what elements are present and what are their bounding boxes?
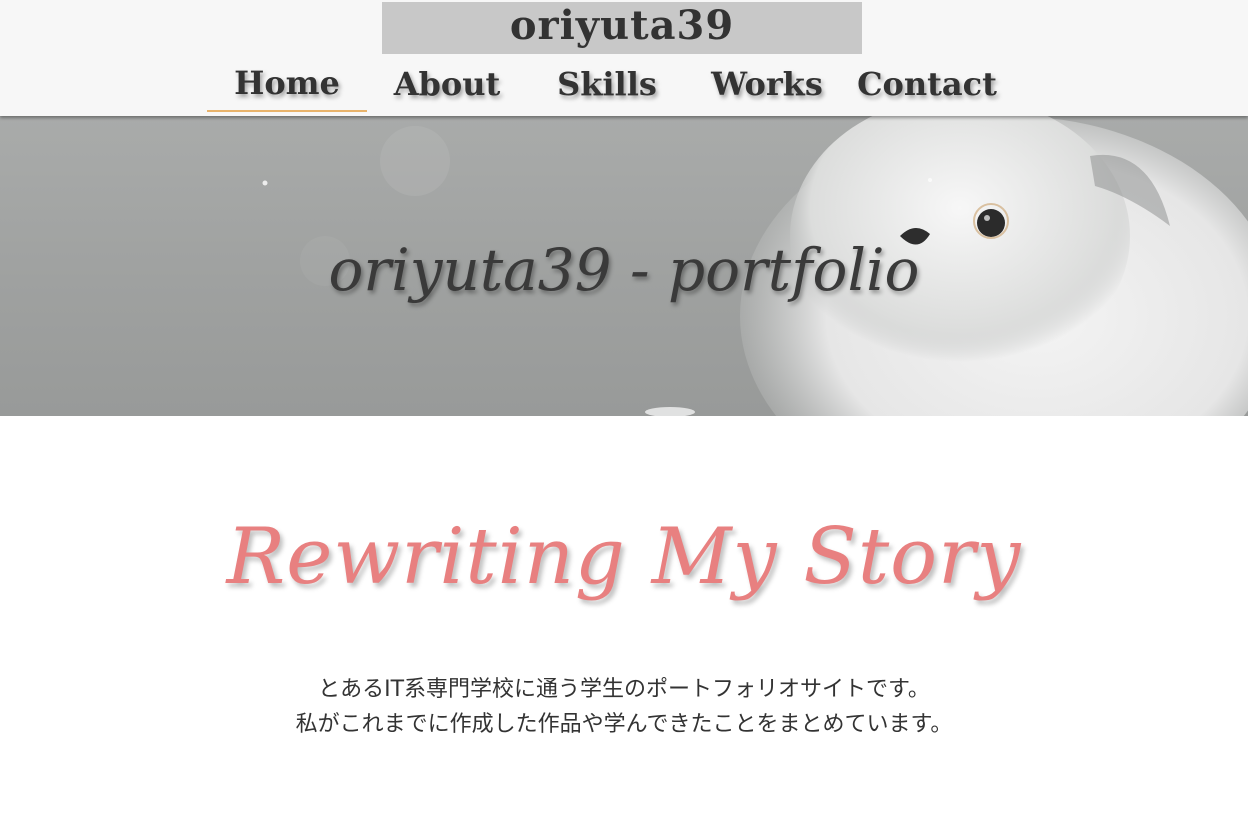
nav-item-skills[interactable]: Skills: [527, 56, 687, 112]
intro-section: Rewriting My Story とあるIT系専門学校に通う学生のポートフォ…: [0, 416, 1248, 835]
nav-item-about[interactable]: About: [367, 56, 527, 112]
site-logo[interactable]: oriyuta39: [382, 2, 862, 54]
site-logo-text: oriyuta39: [509, 2, 735, 49]
site-header: oriyuta39 Home About Skills Works Contac…: [0, 0, 1248, 116]
intro-line-2: 私がこれまでに作成した作品や学んできたことをまとめています。: [295, 712, 953, 737]
nav-item-works[interactable]: Works: [687, 56, 847, 112]
nav-item-contact[interactable]: Contact: [847, 56, 1007, 112]
main-nav: Home About Skills Works Contact: [207, 56, 1007, 114]
hero-title: oriyuta39 - portfolio: [328, 236, 920, 304]
tagline: Rewriting My Story: [226, 512, 1022, 602]
intro-line-1: とあるIT系専門学校に通う学生のポートフォリオサイトです。: [318, 677, 930, 702]
hero-banner: oriyuta39 - portfolio: [0, 116, 1248, 416]
nav-item-home[interactable]: Home: [207, 56, 367, 112]
intro-description: とあるIT系専門学校に通う学生のポートフォリオサイトです。 私がこれまでに作成し…: [0, 672, 1248, 742]
